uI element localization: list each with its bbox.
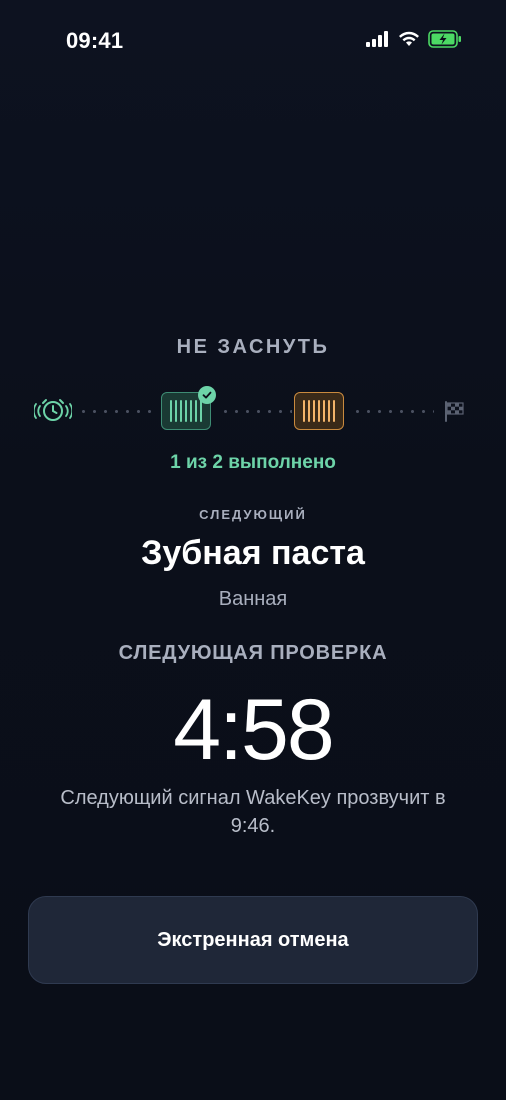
alarm-clock-icon — [32, 396, 74, 429]
mode-title: НЕ ЗАСНУТЬ — [176, 336, 330, 358]
step-current — [294, 392, 344, 430]
next-label: СЛЕДУЮЩИЙ — [199, 507, 307, 522]
progress-text: 1 из 2 выполнено — [170, 452, 336, 473]
progress-track — [0, 386, 506, 434]
next-task-title: Зубная паста — [141, 534, 365, 572]
barcode-icon — [303, 400, 335, 422]
barcode-icon — [170, 400, 202, 422]
status-icons — [366, 30, 462, 53]
countdown-timer: 4:58 — [173, 682, 334, 778]
track-dots — [220, 410, 292, 413]
emergency-cancel-button[interactable]: Экстренная отмена — [28, 896, 478, 984]
track-dots — [78, 410, 158, 413]
wake-check-screen: 09:41 НЕ ЗАСНУТЬ 1 из 2 выполнено СЛЕДУЮ… — [0, 0, 506, 1100]
next-alarm-note: Следующий сигнал WakeKey прозвучит в 9:4… — [60, 787, 446, 837]
next-check-label: СЛЕДУЮЩАЯ ПРОВЕРКА — [118, 642, 388, 664]
wifi-icon — [398, 31, 420, 52]
signal-icon — [366, 31, 390, 52]
status-time: 09:41 — [66, 28, 124, 53]
check-icon — [198, 386, 216, 404]
status-bar: 09:41 — [0, 0, 506, 80]
battery-charging-icon — [428, 30, 462, 53]
next-task-location: Ванная — [218, 588, 288, 610]
track-dots — [352, 410, 434, 413]
finish-flag-icon — [443, 400, 465, 427]
